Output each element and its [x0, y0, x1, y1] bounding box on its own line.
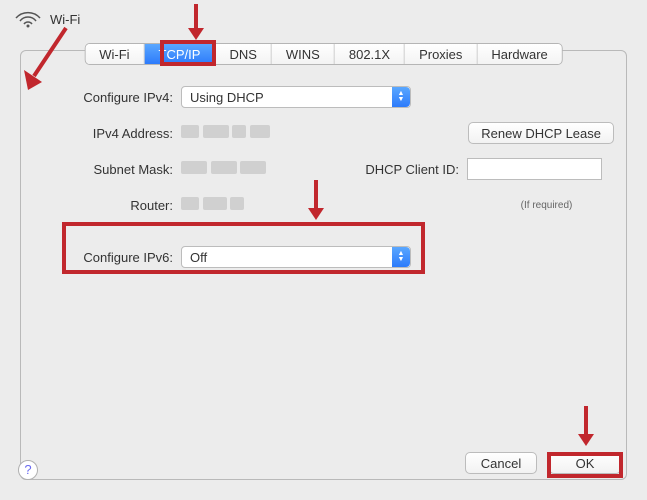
combo-configure-ipv4-value: Using DHCP	[190, 90, 264, 105]
label-router: Router:	[33, 198, 173, 213]
combo-configure-ipv6-value: Off	[190, 250, 207, 265]
value-ipv4-address	[181, 125, 460, 141]
note-if-required: (If required)	[479, 200, 614, 211]
tab-hardware[interactable]: Hardware	[477, 44, 561, 64]
updown-icon: ▲▼	[392, 87, 410, 107]
input-dhcp-client-id[interactable]	[467, 158, 602, 180]
label-ipv4-address: IPv4 Address:	[33, 126, 173, 141]
value-router	[181, 197, 471, 213]
tab-bar: Wi-Fi TCP/IP DNS WINS 802.1X Proxies Har…	[84, 43, 563, 65]
settings-panel: Configure IPv4: Using DHCP ▲▼ IPv4 Addre…	[20, 50, 627, 480]
wifi-icon	[14, 8, 42, 31]
tab-wifi[interactable]: Wi-Fi	[85, 44, 144, 64]
window-title: Wi-Fi	[50, 12, 80, 27]
tab-wins[interactable]: WINS	[272, 44, 335, 64]
help-button[interactable]: ?	[18, 460, 38, 480]
label-configure-ipv6: Configure IPv6:	[33, 250, 173, 265]
renew-dhcp-button[interactable]: Renew DHCP Lease	[468, 122, 614, 144]
tab-dns[interactable]: DNS	[215, 44, 271, 64]
label-subnet-mask: Subnet Mask:	[33, 162, 173, 177]
label-configure-ipv4: Configure IPv4:	[33, 90, 173, 105]
tab-tcpip[interactable]: TCP/IP	[145, 44, 216, 64]
combo-configure-ipv6[interactable]: Off ▲▼	[181, 246, 411, 268]
cancel-button[interactable]: Cancel	[465, 452, 537, 474]
tab-8021x[interactable]: 802.1X	[335, 44, 405, 64]
label-dhcp-client-id: DHCP Client ID:	[359, 162, 459, 177]
combo-configure-ipv4[interactable]: Using DHCP ▲▼	[181, 86, 411, 108]
tab-proxies[interactable]: Proxies	[405, 44, 477, 64]
value-subnet-mask	[181, 161, 351, 177]
ok-button[interactable]: OK	[549, 452, 621, 474]
updown-icon: ▲▼	[392, 247, 410, 267]
